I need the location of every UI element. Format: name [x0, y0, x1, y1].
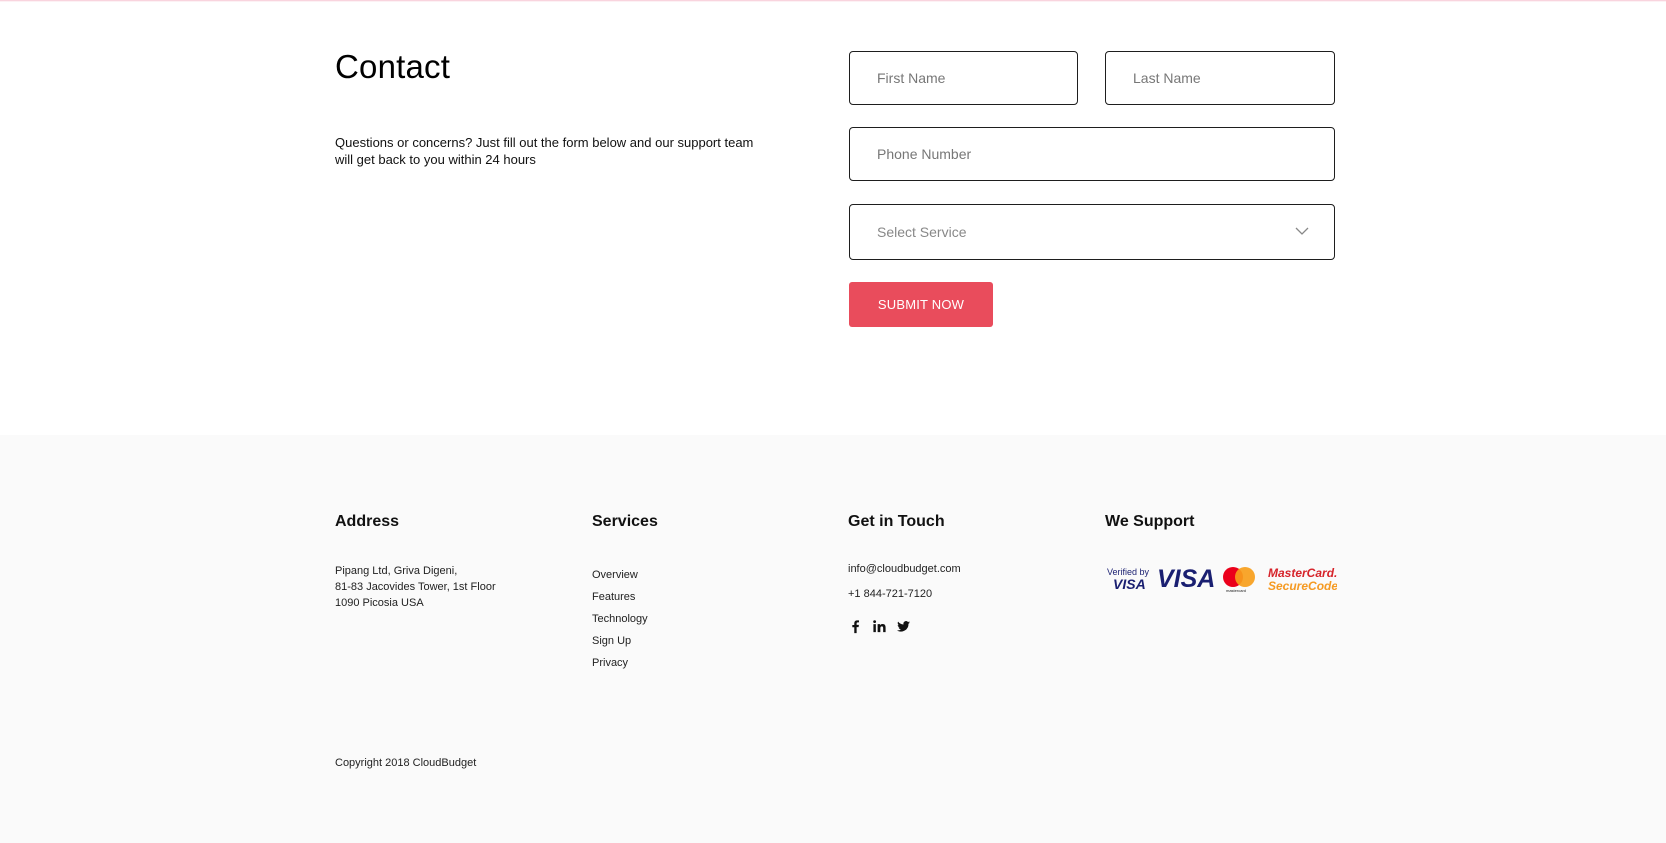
address-line: 1090 Picosia USA — [335, 597, 424, 609]
svg-text:mastercard: mastercard — [1226, 588, 1246, 593]
services-list: Overview Features Technology Sign Up Pri… — [592, 564, 648, 674]
first-name-field[interactable] — [849, 51, 1078, 105]
address-heading: Address — [335, 513, 400, 530]
copyright-text: Copyright 2018 CloudBudget — [335, 757, 477, 769]
services-link-features[interactable]: Features — [592, 586, 648, 608]
contact-email-link[interactable]: info@cloudbudget.com — [848, 563, 961, 575]
footer: Address Services Get in Touch We Support… — [0, 435, 1666, 843]
address-block: Pipang Ltd, Griva Digeni, 81-83 Jacovide… — [335, 563, 496, 611]
mastercard-securecode-logo: MasterCard. SecureCode. — [1268, 566, 1337, 593]
services-link-sign-up[interactable]: Sign Up — [592, 630, 648, 652]
facebook-icon[interactable] — [848, 619, 863, 634]
first-name-input[interactable] — [850, 52, 1077, 104]
visa-logo: VISA — [1157, 565, 1215, 593]
services-heading: Services — [592, 513, 658, 530]
contact-description: Questions or concerns? Just fill out the… — [335, 135, 754, 167]
contact-phone-link[interactable]: +1 844-721-7120 — [848, 588, 932, 600]
select-service-value: Select Service — [877, 224, 967, 240]
address-line: 81-83 Jacovides Tower, 1st Floor — [335, 581, 496, 593]
twitter-icon[interactable] — [896, 619, 911, 634]
page-title: Contact — [335, 48, 451, 85]
mastercard-logo: mastercard — [1223, 567, 1255, 593]
svg-text:MasterCard.: MasterCard. — [1268, 566, 1337, 580]
phone-number-input[interactable] — [850, 128, 1334, 180]
payment-badges: Verified by VISA VISA mastercard MasterC… — [1107, 565, 1337, 593]
svg-text:VISA: VISA — [1157, 565, 1215, 593]
submit-button[interactable]: SUBMIT NOW — [849, 282, 993, 327]
services-link-technology[interactable]: Technology — [592, 608, 648, 630]
get-in-touch-heading: Get in Touch — [848, 513, 945, 530]
top-accent-strip — [0, 0, 1666, 2]
verified-by-visa-badge: Verified by VISA — [1107, 567, 1150, 592]
select-service-dropdown[interactable]: Select Service — [849, 204, 1335, 260]
we-support-heading: We Support — [1105, 513, 1195, 530]
svg-text:SecureCode.: SecureCode. — [1268, 579, 1337, 593]
chevron-down-icon — [1295, 227, 1309, 235]
address-line: Pipang Ltd, Griva Digeni, — [335, 565, 458, 577]
services-link-privacy[interactable]: Privacy — [592, 652, 648, 674]
services-link-overview[interactable]: Overview — [592, 564, 648, 586]
phone-number-field[interactable] — [849, 127, 1335, 181]
svg-text:VISA: VISA — [1113, 576, 1146, 592]
social-links — [848, 619, 911, 634]
last-name-field[interactable] — [1105, 51, 1335, 105]
linkedin-icon[interactable] — [872, 619, 887, 634]
last-name-input[interactable] — [1106, 52, 1334, 104]
